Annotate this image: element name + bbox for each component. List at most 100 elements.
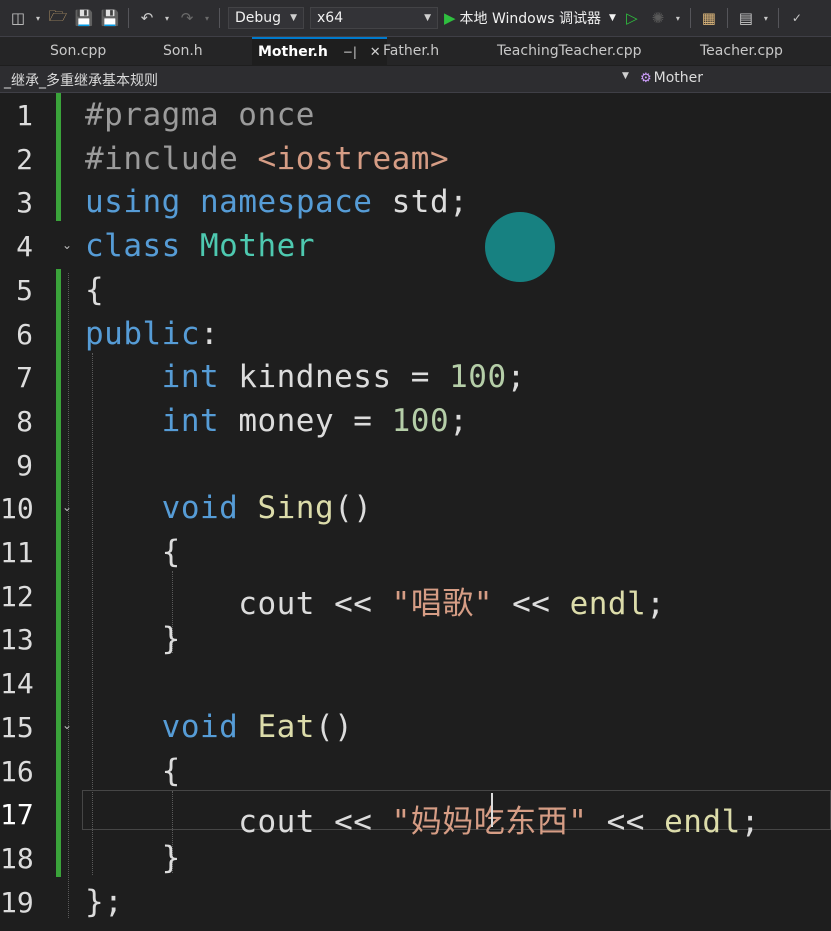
code-text: {: [85, 753, 181, 789]
solution-explorer-icon[interactable]: ▦: [699, 8, 719, 28]
configuration-value: Debug: [235, 10, 282, 26]
code-line[interactable]: 17 cout << "妈妈吃东西" << endl;: [0, 792, 831, 840]
line-number: 17: [0, 798, 34, 832]
code-token: Sing: [257, 490, 335, 527]
code-token: Mother: [200, 228, 315, 265]
code-token: :: [199, 315, 220, 352]
code-token: #include: [85, 140, 258, 177]
class-icon: ⚙: [640, 70, 652, 86]
line-number: 19: [0, 885, 34, 919]
platform-select[interactable]: x64 ▼: [310, 7, 438, 29]
line-number: 12: [0, 579, 34, 613]
code-token: cout <<: [85, 585, 392, 622]
start-debugging-button[interactable]: ▶ 本地 Windows 调试器 ▼: [444, 8, 616, 28]
code-line[interactable]: 5{: [0, 268, 831, 312]
mouse-pointer-highlight: [485, 212, 555, 282]
pin-icon[interactable]: −|: [343, 45, 357, 59]
layout-icon[interactable]: ▤: [736, 8, 756, 28]
chevron-down-icon[interactable]: ▼: [622, 71, 629, 81]
code-token: std;: [372, 184, 469, 221]
code-line[interactable]: 8 int money = 100;: [0, 399, 831, 443]
code-token: using: [85, 184, 181, 221]
tab-son-cpp[interactable]: Son.cpp: [50, 37, 106, 65]
code-token: };: [85, 883, 124, 920]
tab-son-h[interactable]: Son.h: [163, 37, 203, 65]
line-number: 15: [0, 710, 34, 744]
line-number: 3: [16, 186, 33, 220]
code-token: int: [161, 402, 220, 439]
line-number: 14: [0, 667, 34, 701]
line-number: 5: [16, 273, 33, 307]
new-project-icon[interactable]: ◫: [8, 8, 28, 28]
code-token: kindness =: [219, 359, 450, 396]
code-text: cout << "唱歌" << endl;: [85, 578, 665, 623]
layout-dropdown-icon[interactable]: ▾: [762, 8, 770, 28]
code-line[interactable]: 1 #pragma once: [0, 93, 831, 137]
code-token: "妈妈吃东西": [391, 804, 588, 841]
tab-label: Son.h: [163, 43, 203, 59]
code-token: class: [85, 228, 181, 265]
redo-dropdown-icon[interactable]: ▾: [203, 8, 211, 28]
tab-teacher-cpp[interactable]: Teacher.cpp: [700, 37, 783, 65]
code-line[interactable]: 18 }: [0, 836, 831, 880]
code-line[interactable]: 15 void Eat(): [0, 705, 831, 749]
code-token: <<: [492, 585, 570, 622]
run-label: 本地 Windows 调试器: [459, 11, 601, 27]
code-line[interactable]: 9: [0, 443, 831, 487]
tab-label: Teacher.cpp: [700, 43, 783, 59]
code-token: (): [334, 490, 373, 527]
code-line[interactable]: 13 }: [0, 617, 831, 661]
line-number: 2: [16, 142, 33, 176]
code-text: int money = 100;: [85, 403, 468, 439]
chevron-down-icon: ▼: [424, 13, 431, 23]
spell-check-icon[interactable]: ✓: [787, 8, 807, 28]
tab-father-h[interactable]: Father.h: [383, 37, 439, 65]
code-line[interactable]: 11 {: [0, 530, 831, 574]
redo-icon[interactable]: ↷: [177, 8, 197, 28]
code-line[interactable]: 6 public:: [0, 312, 831, 356]
class-name: Mother: [653, 70, 704, 86]
code-token: (): [314, 708, 354, 745]
class-dropdown[interactable]: ⚙ Mother: [640, 70, 703, 86]
code-line[interactable]: 10 void Sing(): [0, 486, 831, 530]
code-line[interactable]: 4 class Mother: [0, 224, 831, 268]
project-dropdown[interactable]: _继承_多重继承基本规则: [4, 70, 158, 90]
code-line[interactable]: 2 #include <iostream>: [0, 137, 831, 181]
hot-reload-dropdown-icon[interactable]: ▾: [674, 8, 682, 28]
undo-icon[interactable]: ↶: [137, 8, 157, 28]
code-token: public: [85, 315, 200, 352]
undo-dropdown-icon[interactable]: ▾: [163, 8, 171, 28]
save-icon[interactable]: 💾: [74, 8, 94, 28]
tab-mother-h[interactable]: Mother.h −| ✕: [252, 37, 387, 67]
line-number: 18: [0, 841, 34, 875]
code-line[interactable]: 16 {: [0, 749, 831, 793]
line-number: 10: [0, 492, 34, 526]
code-text: void Eat(): [85, 709, 353, 745]
code-line[interactable]: 7 int kindness = 100;: [0, 355, 831, 399]
code-token: int: [161, 359, 220, 396]
code-token: {: [85, 534, 181, 570]
configuration-select[interactable]: Debug ▼: [228, 7, 304, 29]
start-without-debugging-icon[interactable]: ▷: [622, 8, 642, 28]
tab-teachingteacher-cpp[interactable]: TeachingTeacher.cpp: [497, 37, 642, 65]
close-icon[interactable]: ✕: [370, 45, 381, 60]
open-folder-icon[interactable]: 🗁: [48, 7, 68, 28]
code-line[interactable]: 19};: [0, 880, 831, 924]
code-token: {: [85, 271, 105, 308]
line-number: 1: [16, 99, 33, 132]
code-text: cout << "妈妈吃东西" << endl;: [85, 796, 760, 841]
toolbar-separator: [128, 8, 129, 28]
code-line[interactable]: 3 using namespace std;: [0, 180, 831, 224]
tab-label: TeachingTeacher.cpp: [497, 43, 642, 59]
dropdown-arrow-icon[interactable]: ▾: [34, 8, 42, 28]
code-line[interactable]: 12 cout << "唱歌" << endl;: [0, 574, 831, 622]
hot-reload-icon[interactable]: ✺: [648, 8, 668, 28]
code-token: ;: [740, 804, 760, 841]
code-token: ;: [506, 359, 526, 396]
save-all-icon[interactable]: 💾: [100, 8, 120, 28]
code-editor[interactable]: ⌄ ⌄ ⌄ 1 #pragma once 2 #include <iostream> 3…: [0, 93, 831, 931]
code-line[interactable]: 14: [0, 661, 831, 705]
